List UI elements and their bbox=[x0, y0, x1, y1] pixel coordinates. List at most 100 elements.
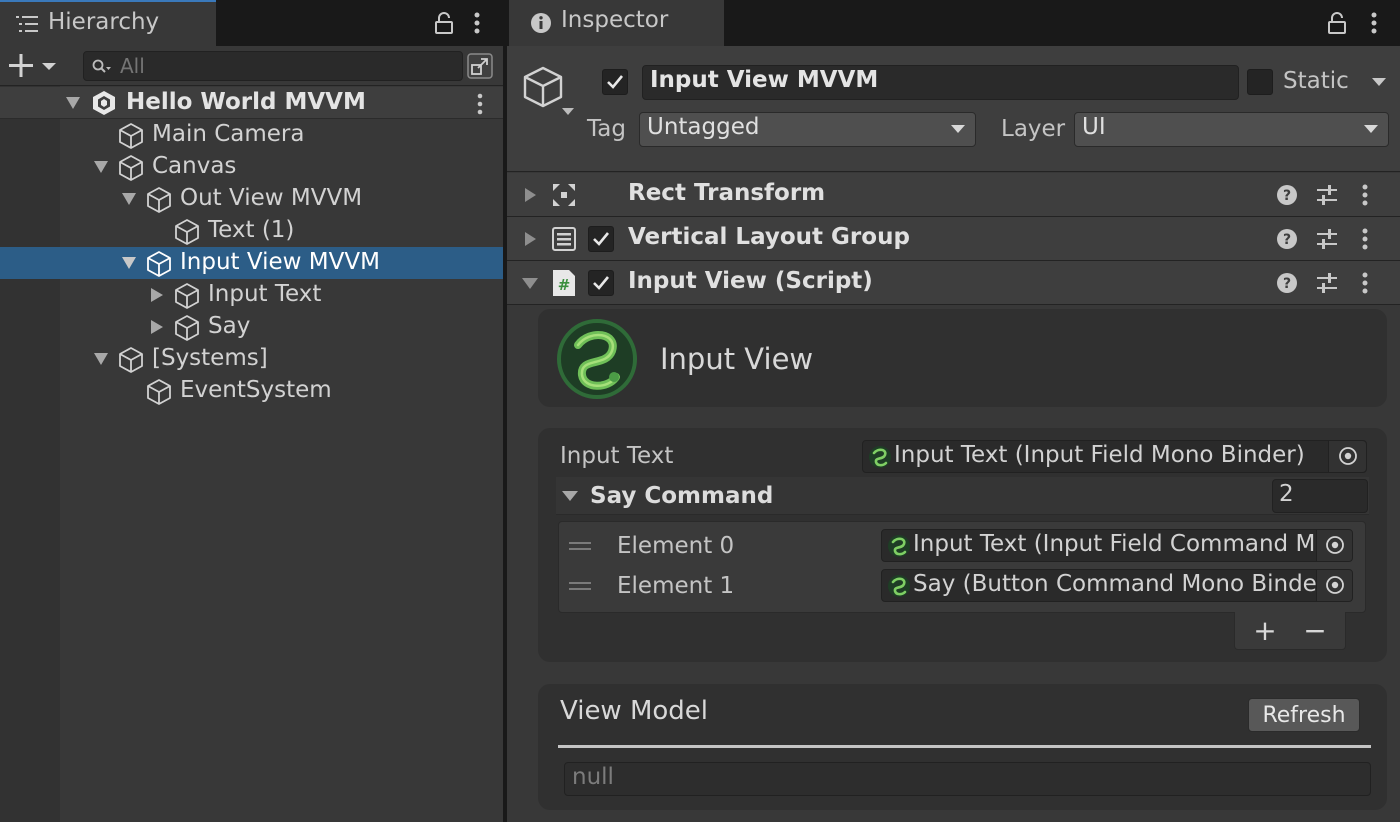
component-enabled-checkbox[interactable] bbox=[588, 226, 614, 252]
component-menu-icon[interactable] bbox=[1360, 227, 1370, 251]
object-active-checkbox[interactable] bbox=[602, 69, 628, 95]
view-model-divider bbox=[558, 745, 1371, 748]
csharp-script-icon: # bbox=[553, 270, 575, 296]
element-object-value: Say (Button Command Mono Binder bbox=[913, 571, 1327, 597]
list-icon bbox=[16, 16, 38, 32]
object-picker-icon bbox=[1326, 576, 1344, 594]
hierarchy-tab[interactable]: Hierarchy bbox=[0, 0, 216, 46]
static-dropdown-icon[interactable] bbox=[1370, 76, 1388, 88]
fold-down-icon[interactable] bbox=[520, 275, 540, 291]
element-object-value: Input Text (Input Field Command M bbox=[913, 531, 1316, 557]
hierarchy-item-label: Text (1) bbox=[208, 217, 295, 243]
scene-visibility-icon[interactable] bbox=[466, 52, 494, 80]
hierarchy-item-input-text[interactable]: Input Text bbox=[0, 279, 503, 311]
inspector-panel: Inspector Input View MVVM Static Tag Unt… bbox=[507, 0, 1400, 822]
fold-down-icon[interactable] bbox=[119, 247, 139, 279]
hierarchy-panel: Hierarchy Hello World MVVM Main bbox=[0, 0, 505, 822]
preset-sliders-icon[interactable] bbox=[1316, 184, 1338, 206]
hierarchy-item-out-view-mvvm[interactable]: Out View MVVM bbox=[0, 183, 503, 215]
component-tools: ? bbox=[1270, 217, 1400, 261]
hierarchy-item-input-view-mvvm[interactable]: Input View MVVM bbox=[0, 247, 503, 279]
object-picker-button[interactable] bbox=[1316, 530, 1352, 561]
hierarchy-search-box[interactable] bbox=[83, 51, 463, 81]
fold-down-icon[interactable] bbox=[119, 183, 139, 215]
object-name-value: Input View MVVM bbox=[650, 67, 879, 93]
input-text-object-value: Input Text (Input Field Mono Binder) bbox=[894, 442, 1305, 468]
properties-card: Input Text Input Text (Input Field Mono … bbox=[538, 428, 1387, 662]
component-menu-icon[interactable] bbox=[1360, 183, 1370, 207]
component-input-view-script[interactable]: # Input View (Script) ? bbox=[507, 261, 1400, 305]
gameobject-cube-icon bbox=[119, 123, 143, 149]
drag-handle-icon[interactable] bbox=[569, 581, 591, 591]
tag-dropdown[interactable]: Untagged bbox=[639, 112, 976, 147]
hierarchy-item-label: Input View MVVM bbox=[180, 249, 380, 275]
component-rect-transform[interactable]: Rect Transform ? bbox=[507, 173, 1400, 217]
search-icon bbox=[92, 59, 111, 73]
scene-row-root[interactable]: Hello World MVVM bbox=[0, 87, 503, 119]
hierarchy-item-main-camera[interactable]: Main Camera bbox=[0, 119, 503, 151]
gameobject-cube-icon bbox=[147, 379, 171, 405]
fold-right-icon[interactable] bbox=[147, 279, 167, 311]
list-item[interactable]: Element 0 Input Text (Input Field Comman… bbox=[559, 526, 1365, 566]
fold-down-icon[interactable] bbox=[91, 151, 111, 183]
script-header-title: Input View bbox=[660, 342, 814, 376]
gameobject-cube-icon bbox=[175, 219, 199, 245]
unity-scene-icon bbox=[93, 91, 115, 115]
gameobject-cube-icon bbox=[147, 251, 171, 277]
input-text-object-field[interactable]: Input Text (Input Field Mono Binder) bbox=[862, 440, 1367, 473]
hierarchy-item-canvas[interactable]: Canvas bbox=[0, 151, 503, 183]
static-label: Static bbox=[1283, 68, 1349, 94]
refresh-button[interactable]: Refresh bbox=[1248, 698, 1360, 732]
preset-sliders-icon[interactable] bbox=[1316, 228, 1338, 250]
component-vertical-layout-group[interactable]: Vertical Layout Group ? bbox=[507, 217, 1400, 261]
gameobject-cube-icon bbox=[119, 347, 143, 373]
component-menu-icon[interactable] bbox=[1360, 271, 1370, 295]
fold-down-icon[interactable] bbox=[561, 489, 579, 503]
layer-dropdown[interactable]: UI bbox=[1074, 112, 1389, 147]
say-command-size-field[interactable]: 2 bbox=[1272, 479, 1368, 513]
gameobject-cube-icon bbox=[119, 155, 143, 181]
fold-right-icon[interactable] bbox=[522, 229, 538, 249]
gameobject-large-icon[interactable] bbox=[519, 66, 583, 120]
help-icon[interactable]: ? bbox=[1276, 184, 1298, 206]
inspector-tab[interactable]: Inspector bbox=[509, 0, 724, 46]
snake-mini-icon bbox=[888, 535, 910, 557]
lock-icon[interactable] bbox=[434, 12, 454, 34]
element-object-field[interactable]: Say (Button Command Mono Binder bbox=[881, 569, 1353, 602]
add-element-button[interactable]: + bbox=[1245, 614, 1285, 647]
object-name-field[interactable]: Input View MVVM bbox=[642, 65, 1239, 100]
hierarchy-item-text-1[interactable]: Text (1) bbox=[0, 215, 503, 247]
create-dropdown-icon[interactable] bbox=[8, 54, 60, 78]
object-picker-button[interactable] bbox=[1328, 441, 1366, 472]
search-input[interactable] bbox=[120, 52, 450, 80]
element-object-field[interactable]: Input Text (Input Field Command M bbox=[881, 529, 1353, 562]
lock-icon[interactable] bbox=[1327, 12, 1347, 34]
static-checkbox[interactable] bbox=[1247, 69, 1273, 95]
scene-root-label: Hello World MVVM bbox=[126, 89, 366, 115]
help-icon[interactable]: ? bbox=[1276, 272, 1298, 294]
scene-menu-icon[interactable] bbox=[475, 93, 485, 115]
say-command-size-value: 2 bbox=[1279, 481, 1294, 507]
preset-sliders-icon[interactable] bbox=[1316, 272, 1338, 294]
component-enabled-checkbox[interactable] bbox=[588, 270, 614, 296]
object-header: Input View MVVM Static Tag Untagged Laye… bbox=[507, 46, 1400, 172]
fold-down-icon[interactable] bbox=[63, 87, 83, 119]
kebab-menu-icon[interactable] bbox=[472, 11, 482, 35]
kebab-menu-icon[interactable] bbox=[1369, 11, 1379, 35]
hierarchy-item-label: Say bbox=[208, 313, 251, 339]
say-command-list: Element 0 Input Text (Input Field Comman… bbox=[558, 521, 1366, 613]
help-icon[interactable]: ? bbox=[1276, 228, 1298, 250]
hierarchy-item-eventsystem[interactable]: EventSystem bbox=[0, 375, 503, 407]
hierarchy-item-systems[interactable]: [Systems] bbox=[0, 343, 503, 375]
info-icon bbox=[531, 13, 551, 33]
remove-element-button[interactable]: − bbox=[1295, 614, 1335, 647]
hierarchy-item-say[interactable]: Say bbox=[0, 311, 503, 343]
drag-handle-icon[interactable] bbox=[569, 541, 591, 551]
fold-down-icon[interactable] bbox=[91, 343, 111, 375]
object-picker-button[interactable] bbox=[1316, 570, 1352, 601]
fold-right-icon[interactable] bbox=[522, 185, 538, 205]
fold-right-icon[interactable] bbox=[147, 311, 167, 343]
tag-value: Untagged bbox=[647, 114, 760, 140]
list-item[interactable]: Element 1 Say (Button Command Mono Binde… bbox=[559, 566, 1365, 606]
svg-text:?: ? bbox=[1283, 188, 1291, 204]
